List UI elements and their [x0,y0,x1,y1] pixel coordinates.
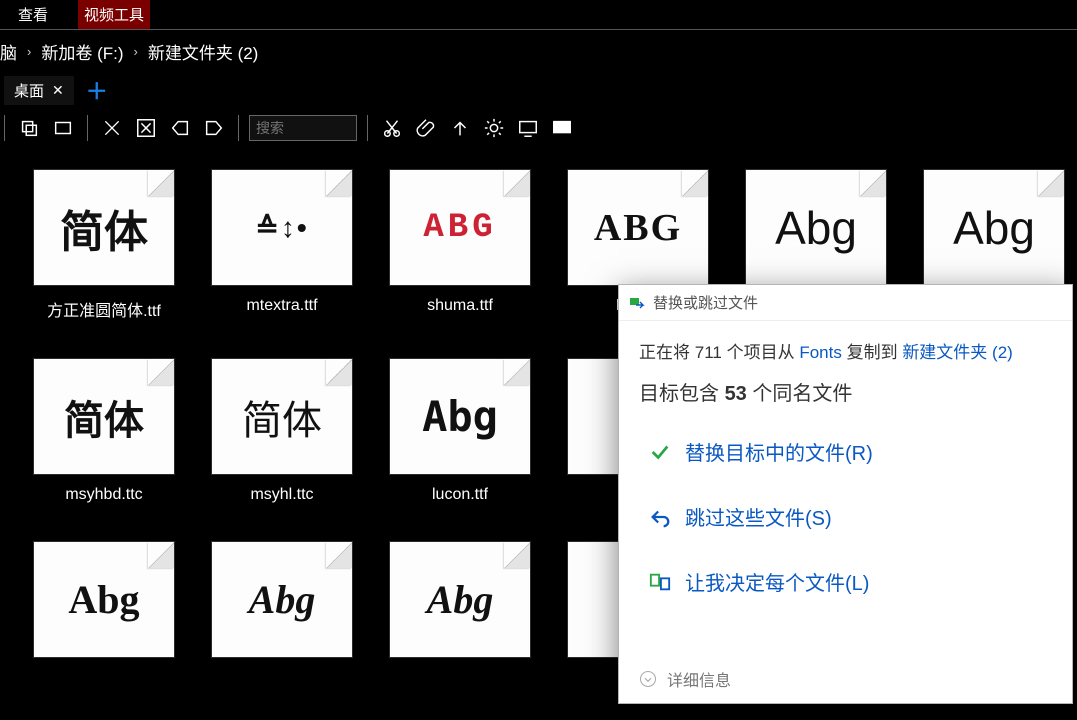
add-tab-button[interactable]: ＋ [76,74,118,106]
file-name: shuma.ttf [427,297,493,315]
cut-icon[interactable] [378,114,406,142]
file-name: msyhl.ttc [250,486,313,504]
chevron-down-icon [639,670,657,688]
option-replace[interactable]: 替换目标中的文件(R) [645,431,1046,472]
file-thumb: ABG [390,170,530,285]
tag-right-icon[interactable] [200,114,228,142]
undo-icon [649,506,671,528]
tag-left-icon[interactable] [166,114,194,142]
dialog-src-link[interactable]: Fonts [799,343,842,362]
option-label: 替换目标中的文件(R) [685,437,873,466]
gear-icon[interactable] [480,114,508,142]
attach-icon[interactable] [412,114,440,142]
toolbar-separator [238,115,239,141]
option-label: 让我决定每个文件(L) [685,567,869,596]
copy-icon[interactable] [15,114,43,142]
file-name: msyhbd.ttc [65,486,142,504]
close-all-icon[interactable] [132,114,160,142]
file-item[interactable]: 简体 msyhbd.ttc [24,359,184,504]
text: 复制到 [847,343,903,362]
toolbar-separator [367,115,368,141]
more-label: 详细信息 [667,667,731,691]
file-thumb: Abg [212,542,352,657]
breadcrumb-seg-2[interactable]: 新建文件夹 (2) [148,39,259,64]
conflict-count: 53 [725,383,747,405]
check-icon [649,441,671,463]
paste-icon[interactable] [49,114,77,142]
file-item[interactable]: Abg lucon.ttf [380,359,540,504]
copy-progress-icon [629,295,645,311]
toolbar-separator [4,115,5,141]
dialog-more-info[interactable]: 详细信息 [619,653,1072,703]
file-thumb: 简体 [34,170,174,285]
dialog-dst-link[interactable]: 新建文件夹 (2) [902,343,1013,362]
option-decide[interactable]: 让我决定每个文件(L) [645,561,1046,602]
chevron-right-icon: › [134,44,138,59]
dialog-conflict-line: 目标包含 53 个同名文件 [639,375,1052,413]
file-item[interactable]: Abg [202,542,362,669]
monitor-a-icon[interactable] [514,114,542,142]
file-thumb: ≙↕• [212,170,352,285]
compare-icon [649,571,671,593]
text: 个同名文件 [752,383,852,405]
file-thumb: 简体 [34,359,174,474]
tab-label: 桌面 [14,80,44,101]
file-name: 方正准圆简体.ttf [47,297,161,321]
breadcrumb[interactable]: 脑 › 新加卷 (F:) › 新建文件夹 (2) [0,30,1077,72]
breadcrumb-seg-0[interactable]: 脑 [0,39,17,64]
tab-desktop[interactable]: 桌面 ✕ [4,76,74,105]
file-item[interactable]: Abg [24,542,184,669]
monitor-b-icon[interactable] [548,114,576,142]
file-name: lucon.ttf [432,486,488,504]
dialog-title: 替换或跳过文件 [653,292,758,313]
upload-icon[interactable] [446,114,474,142]
file-thumb: 简体 [212,359,352,474]
file-name: mtextra.ttf [246,297,317,315]
file-thumb: ABG [568,170,708,285]
search-input[interactable] [249,115,357,141]
file-thumb: Abg [390,542,530,657]
text: 目标包含 [639,383,725,405]
close-tab-icon[interactable]: ✕ [52,82,64,99]
breadcrumb-seg-1[interactable]: 新加卷 (F:) [41,39,123,64]
text: 711 [695,343,722,362]
file-conflict-dialog: 替换或跳过文件 正在将 711 个项目从 Fonts 复制到 新建文件夹 (2)… [618,284,1073,704]
file-thumb: Abg [390,359,530,474]
ribbon-tab-view[interactable]: 查看 [12,0,54,29]
file-item[interactable]: ≙↕• mtextra.ttf [202,170,362,321]
toolbar-separator [87,115,88,141]
file-item[interactable]: ABG shuma.ttf [380,170,540,321]
file-thumb: Abg [746,170,886,285]
file-thumb: Abg [34,542,174,657]
file-item[interactable]: Abg [380,542,540,669]
option-label: 跳过这些文件(S) [685,502,832,531]
ribbon-tab-video[interactable]: 视频工具 [78,0,150,29]
option-skip[interactable]: 跳过这些文件(S) [645,496,1046,537]
file-item[interactable]: 简体 方正准圆简体.ttf [24,170,184,321]
close-icon[interactable] [98,114,126,142]
file-item[interactable]: 简体 msyhl.ttc [202,359,362,504]
text: 正在将 [639,343,695,362]
chevron-right-icon: › [27,44,31,59]
file-thumb: Abg [924,170,1064,285]
text: 个项目从 [727,343,800,362]
toolbar [0,108,1077,148]
dialog-progress-line: 正在将 711 个项目从 Fonts 复制到 新建文件夹 (2) [639,337,1052,369]
